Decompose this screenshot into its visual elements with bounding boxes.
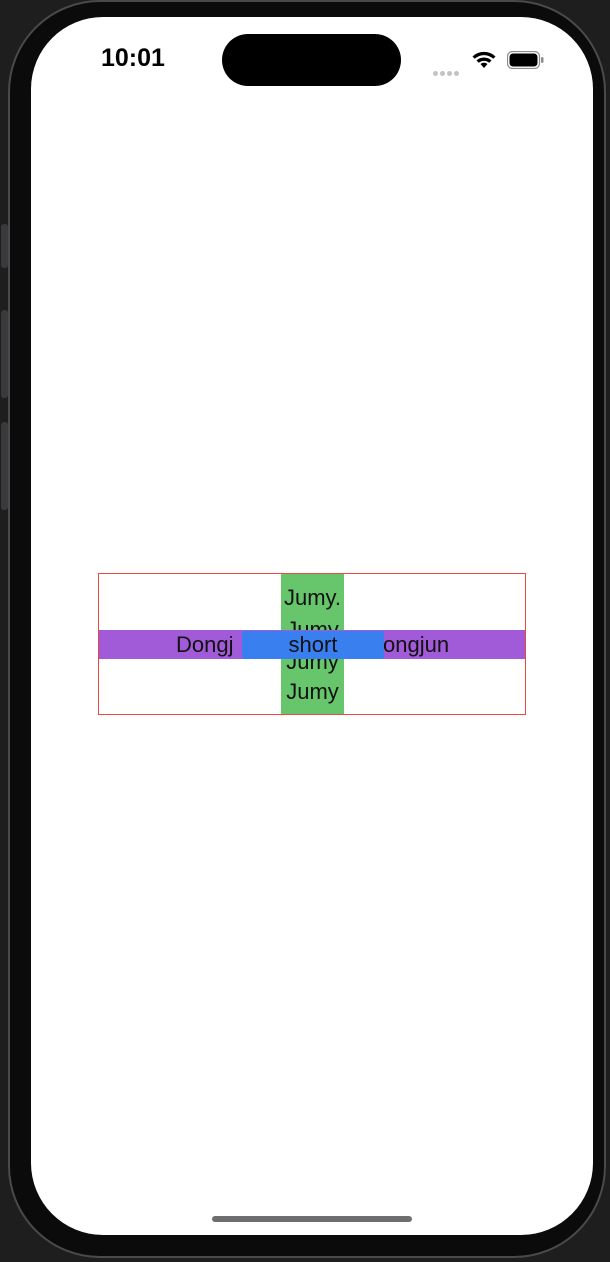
green-line-1: Jumy. bbox=[283, 585, 342, 610]
screen: 10:01 Jumy. Jumy Jumy Jumy Dongj ongjun … bbox=[31, 17, 593, 1235]
signal-dots-icon bbox=[433, 63, 463, 76]
action-button bbox=[1, 224, 8, 268]
purple-row-left-text: Dongj bbox=[176, 632, 234, 657]
layout-container: Jumy. Jumy Jumy Jumy Dongj ongjun short bbox=[98, 573, 526, 715]
green-line-4: Jumy bbox=[286, 679, 339, 704]
short-label: short bbox=[242, 631, 384, 659]
home-indicator[interactable] bbox=[212, 1216, 412, 1222]
status-bar: 10:01 bbox=[31, 17, 593, 107]
status-time: 10:01 bbox=[101, 44, 165, 72]
wifi-icon bbox=[472, 51, 496, 68]
purple-row-right-text: ongjun bbox=[383, 632, 450, 657]
volume-down-button bbox=[1, 422, 8, 510]
volume-up-button bbox=[1, 310, 8, 398]
battery-icon bbox=[507, 51, 544, 69]
dynamic-island bbox=[222, 34, 401, 86]
